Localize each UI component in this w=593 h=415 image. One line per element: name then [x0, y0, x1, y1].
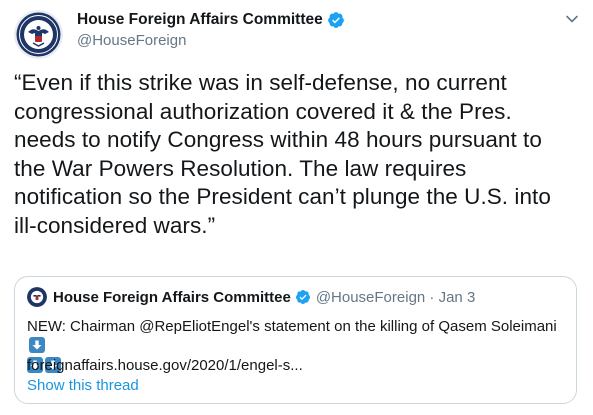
tweet-line: ill-considered wars.”: [14, 212, 216, 238]
quoted-author-name: House Foreign Affairs Committee: [53, 288, 291, 306]
quoted-tweet-card[interactable]: House Foreign Affairs Committee @HouseFo…: [14, 276, 577, 404]
quoted-avatar: [27, 287, 47, 307]
quoted-handle-date: @HouseForeign · Jan 3: [315, 288, 476, 306]
verified-badge-icon: [295, 290, 310, 304]
avatar[interactable]: [14, 10, 63, 59]
author-block: House Foreign Affairs Committee @HouseFo…: [77, 10, 345, 49]
tweet-text: “Even if this strike was in self-defense…: [14, 69, 580, 241]
tweet-line: “Even if this strike was in self-defense…: [14, 70, 507, 95]
tweet-line: notification so the President can’t plun…: [14, 184, 551, 210]
quoted-text-content: NEW: Chairman @RepEliotEngel's statement…: [27, 318, 557, 335]
tweet-line: the War Powers Resolution. The law requi…: [14, 155, 467, 181]
chevron-down-icon[interactable]: [565, 12, 579, 26]
verified-badge-icon: [327, 12, 344, 28]
seal-avatar-icon: [14, 10, 63, 59]
author-name[interactable]: House Foreign Affairs Committee: [77, 11, 323, 29]
quoted-tweet-header: House Foreign Affairs Committee @HouseFo…: [27, 287, 475, 307]
tweet-line: needs to notify Congress within 48 hours…: [14, 127, 542, 153]
tweet-line: congressional authorization covered it &…: [14, 98, 512, 124]
show-thread-link[interactable]: Show this thread: [27, 377, 139, 394]
seal-avatar-icon: [27, 287, 47, 307]
author-handle[interactable]: @HouseForeign: [77, 32, 345, 49]
down-arrow-emoji-icon: [29, 337, 45, 353]
quoted-link[interactable]: foreignaffairs.house.gov/2020/1/engel-s.…: [27, 357, 303, 374]
